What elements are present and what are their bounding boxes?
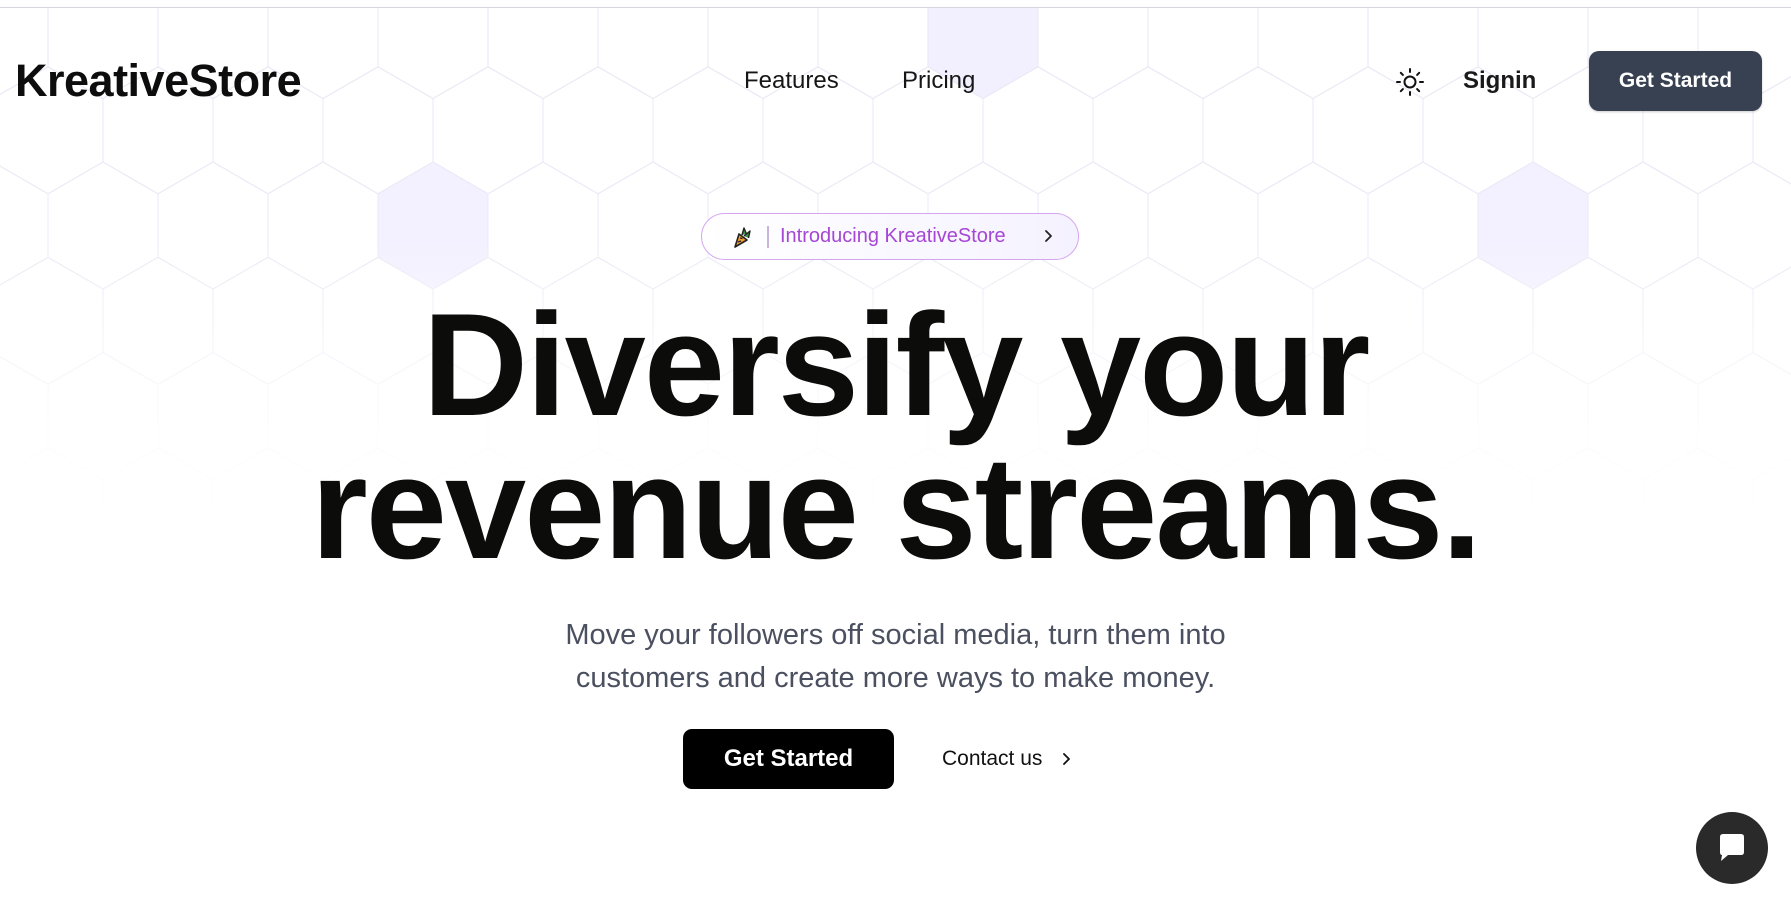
- chat-widget-button[interactable]: [1696, 812, 1768, 884]
- badge-divider: [767, 226, 769, 248]
- chevron-right-icon[interactable]: [1060, 752, 1074, 766]
- hero-subtitle-line-1: Move your followers off social media, tu…: [565, 619, 1226, 651]
- announcement-badge[interactable]: Introducing KreativeStore: [701, 213, 1079, 260]
- chevron-right-icon: [1045, 230, 1052, 242]
- contact-us-link[interactable]: Contact us: [942, 742, 1042, 776]
- badge-text: Introducing KreativeStore: [780, 225, 1006, 247]
- carrot-icon: [734, 227, 751, 248]
- chat-bubble-icon: [1720, 834, 1744, 861]
- nav-pricing[interactable]: Pricing: [902, 64, 975, 98]
- sun-icon[interactable]: [1395, 67, 1425, 97]
- brand-logo[interactable]: KreativeStore: [15, 53, 302, 109]
- hero-title: Diversify your revenue streams.: [310, 283, 1482, 589]
- signin-link[interactable]: Signin: [1463, 64, 1536, 98]
- hero-subtitle-line-2: customers and create more ways to make m…: [575, 662, 1216, 694]
- header-get-started-button[interactable]: Get Started: [1589, 51, 1762, 111]
- hero-subtitle: Move your followers off social media, tu…: [0, 614, 1791, 700]
- landing-page: KreativeStore Features Pricing Signin Ge…: [0, 0, 1791, 903]
- top-divider: [0, 7, 1791, 8]
- nav-features[interactable]: Features: [744, 64, 839, 98]
- hero-get-started-button[interactable]: Get Started: [683, 729, 894, 789]
